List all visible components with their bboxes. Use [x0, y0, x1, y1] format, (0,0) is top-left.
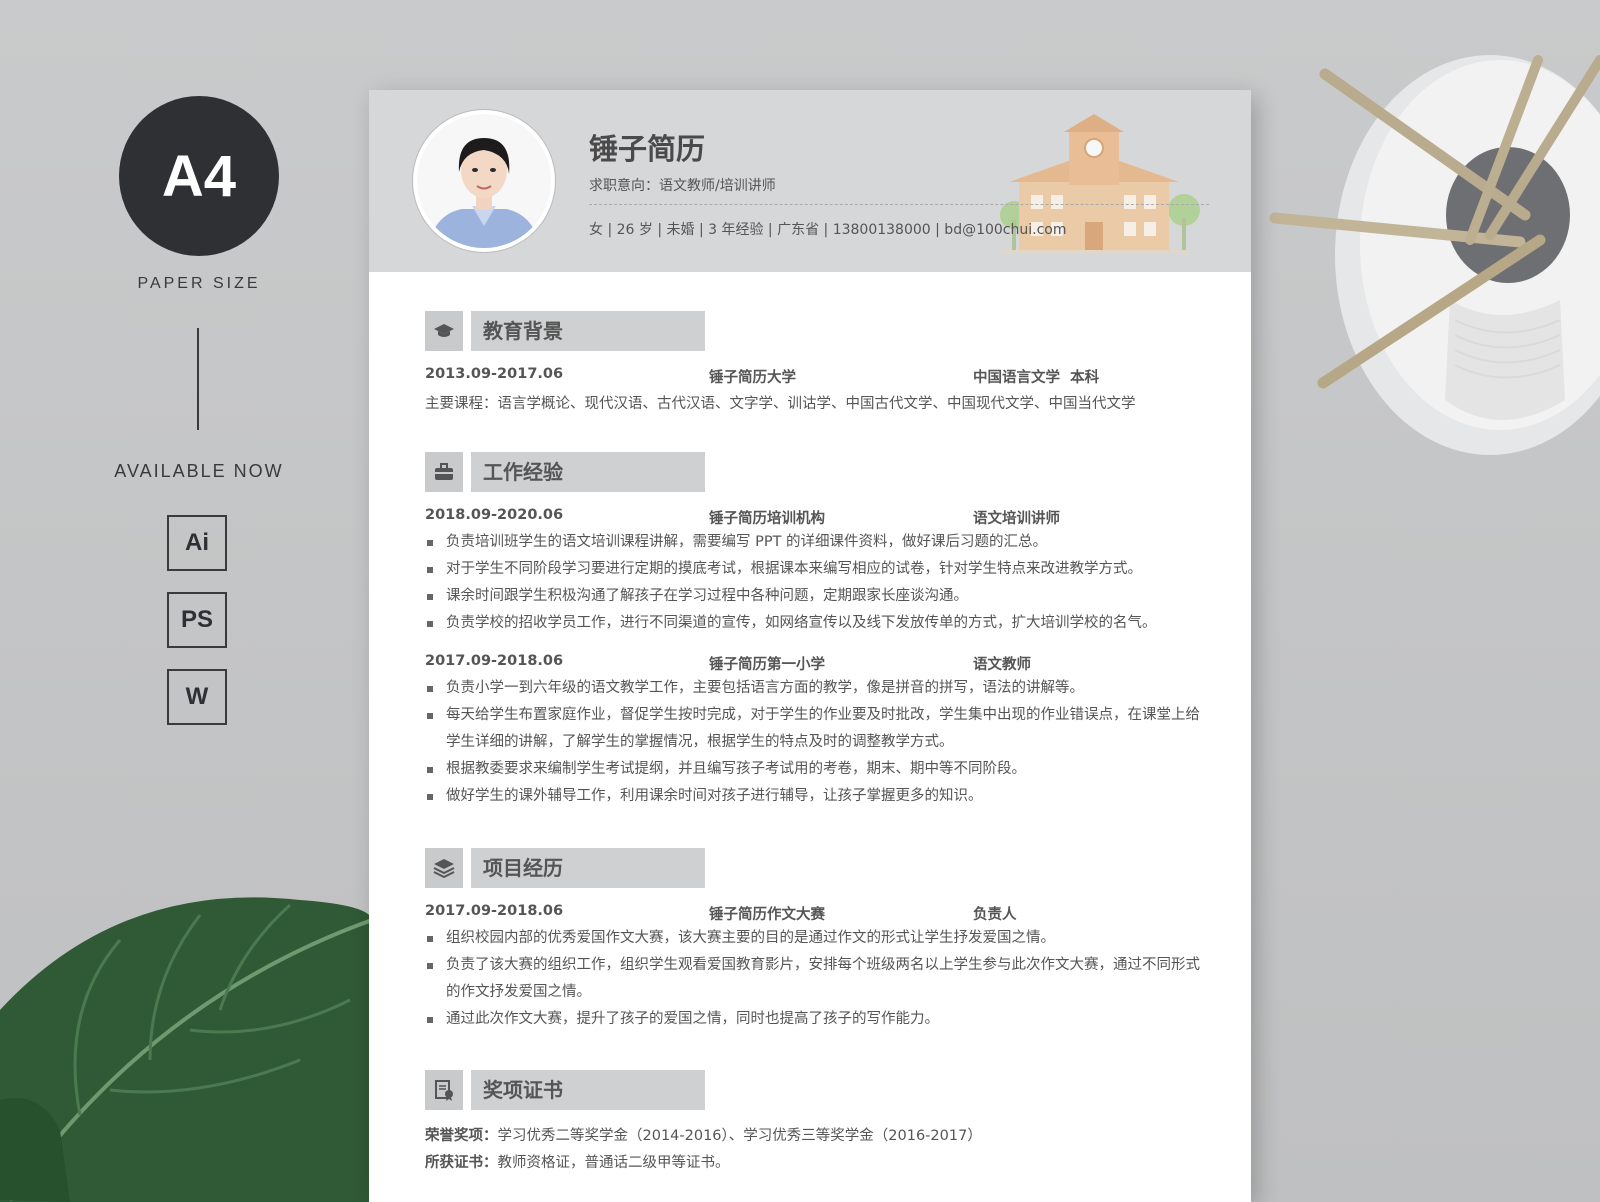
- list-item: 组织校园内部的优秀爱国作文大赛，该大赛主要的目的是通过作文的形式让学生抒发爱国之…: [425, 925, 1205, 952]
- project-role: 负责人: [973, 907, 1017, 923]
- paper-size-badge: A4: [119, 96, 279, 256]
- paper-size-value: A4: [161, 143, 237, 209]
- resume-page: 锤子简历 求职意向：语文教师/培训讲师 女 | 26 岁 | 未婚 | 3 年经…: [369, 90, 1251, 1202]
- resume-name: 锤子简历: [589, 132, 706, 166]
- edu-date: 2013.09-2017.06: [425, 366, 564, 382]
- cert-label: 所获证书：: [425, 1155, 498, 1171]
- leaf-decor: [0, 897, 373, 1202]
- section-title: 工作经验: [471, 452, 705, 492]
- format-ai-badge: Ai: [167, 515, 227, 571]
- job-date: 2018.09-2020.06: [425, 507, 564, 523]
- format-word-badge: W: [167, 669, 227, 725]
- honor-row: 荣誉奖项：学习优秀二等奖学金（2014-2016）、学习优秀三等奖学金（2016…: [425, 1124, 982, 1145]
- list-item: 负责学校的招收学员工作，进行不同渠道的宣传，如网络宣传以及线下发放传单的方式，扩…: [425, 610, 1205, 637]
- job-date: 2017.09-2018.06: [425, 653, 564, 669]
- project-date: 2017.09-2018.06: [425, 903, 564, 919]
- list-item: 负责了该大赛的组织工作，组织学生观看爱国教育影片，安排每个班级两名以上学生参与此…: [425, 952, 1205, 1006]
- job-role: 语文培训讲师: [973, 511, 1060, 527]
- list-item: 课余时间跟学生积极沟通了解孩子在学习过程中各种问题，定期跟家长座谈沟通。: [425, 583, 1205, 610]
- list-item: 每天给学生布置家庭作业，督促学生按时完成，对于学生的作业要及时批改，学生集中出现…: [425, 702, 1205, 756]
- list-item: 负责小学一到六年级的语文教学工作，主要包括语言方面的教学，像是拼音的拼写，语法的…: [425, 675, 1205, 702]
- available-now-label: AVAILABLE NOW: [114, 461, 284, 481]
- personal-info: 女 | 26 岁 | 未婚 | 3 年经验 | 广东省 | 1380013800…: [589, 222, 1067, 238]
- honor-label: 荣誉奖项：: [425, 1128, 498, 1144]
- briefcase-icon: [425, 452, 463, 492]
- edu-courses: 主要课程：语言学概论、现代汉语、古代汉语、文字学、训诂学、中国古代文学、中国现代…: [425, 396, 1136, 412]
- resume-header: 锤子简历 求职意向：语文教师/培训讲师 女 | 26 岁 | 未婚 | 3 年经…: [369, 90, 1251, 272]
- list-item: 负责培训班学生的语文培训课程讲解，需要编写 PPT 的详细课件资料，做好课后习题…: [425, 529, 1205, 556]
- graduation-cap-icon: [425, 311, 463, 351]
- job-role: 语文教师: [973, 657, 1031, 673]
- divider-line: [197, 328, 199, 430]
- layers-icon: [425, 848, 463, 888]
- job-org: 锤子简历培训机构: [709, 511, 825, 527]
- certificate-icon: [425, 1070, 463, 1110]
- header-divider: [589, 204, 1209, 205]
- job-org: 锤子简历第一小学: [709, 657, 825, 673]
- avatar: [413, 110, 555, 252]
- list-item: 做好学生的课外辅导工作，利用课余时间对孩子进行辅导，让孩子掌握更多的知识。: [425, 783, 1205, 810]
- list-item: 通过此次作文大赛，提升了孩子的爱国之情，同时也提高了孩子的写作能力。: [425, 1006, 1205, 1033]
- cert-row: 所获证书：教师资格证，普通话二级甲等证书。: [425, 1151, 730, 1172]
- cert-text: 教师资格证，普通话二级甲等证书。: [497, 1155, 730, 1171]
- section-title: 项目经历: [471, 848, 705, 888]
- edu-school: 锤子简历大学: [709, 370, 796, 386]
- list-item: 根据教委要求来编制学生考试提纲，并且编写孩子考试用的考卷，期末、期中等不同阶段。: [425, 756, 1205, 783]
- edu-major: 中国语言文学 本科: [973, 370, 1100, 386]
- list-item: 对于学生不同阶段学习要进行定期的摸底考试，根据课本来编写相应的试卷，针对学生特点…: [425, 556, 1205, 583]
- job-intent: 求职意向：语文教师/培训讲师: [589, 178, 776, 194]
- project-name: 锤子简历作文大赛: [709, 907, 825, 923]
- honor-text: 学习优秀二等奖学金（2014-2016）、学习优秀三等奖学金（2016-2017…: [497, 1128, 982, 1144]
- paper-size-label: PAPER SIZE: [137, 275, 261, 292]
- format-ps-badge: PS: [167, 592, 227, 648]
- section-title: 教育背景: [471, 311, 705, 351]
- section-title: 奖项证书: [471, 1070, 705, 1110]
